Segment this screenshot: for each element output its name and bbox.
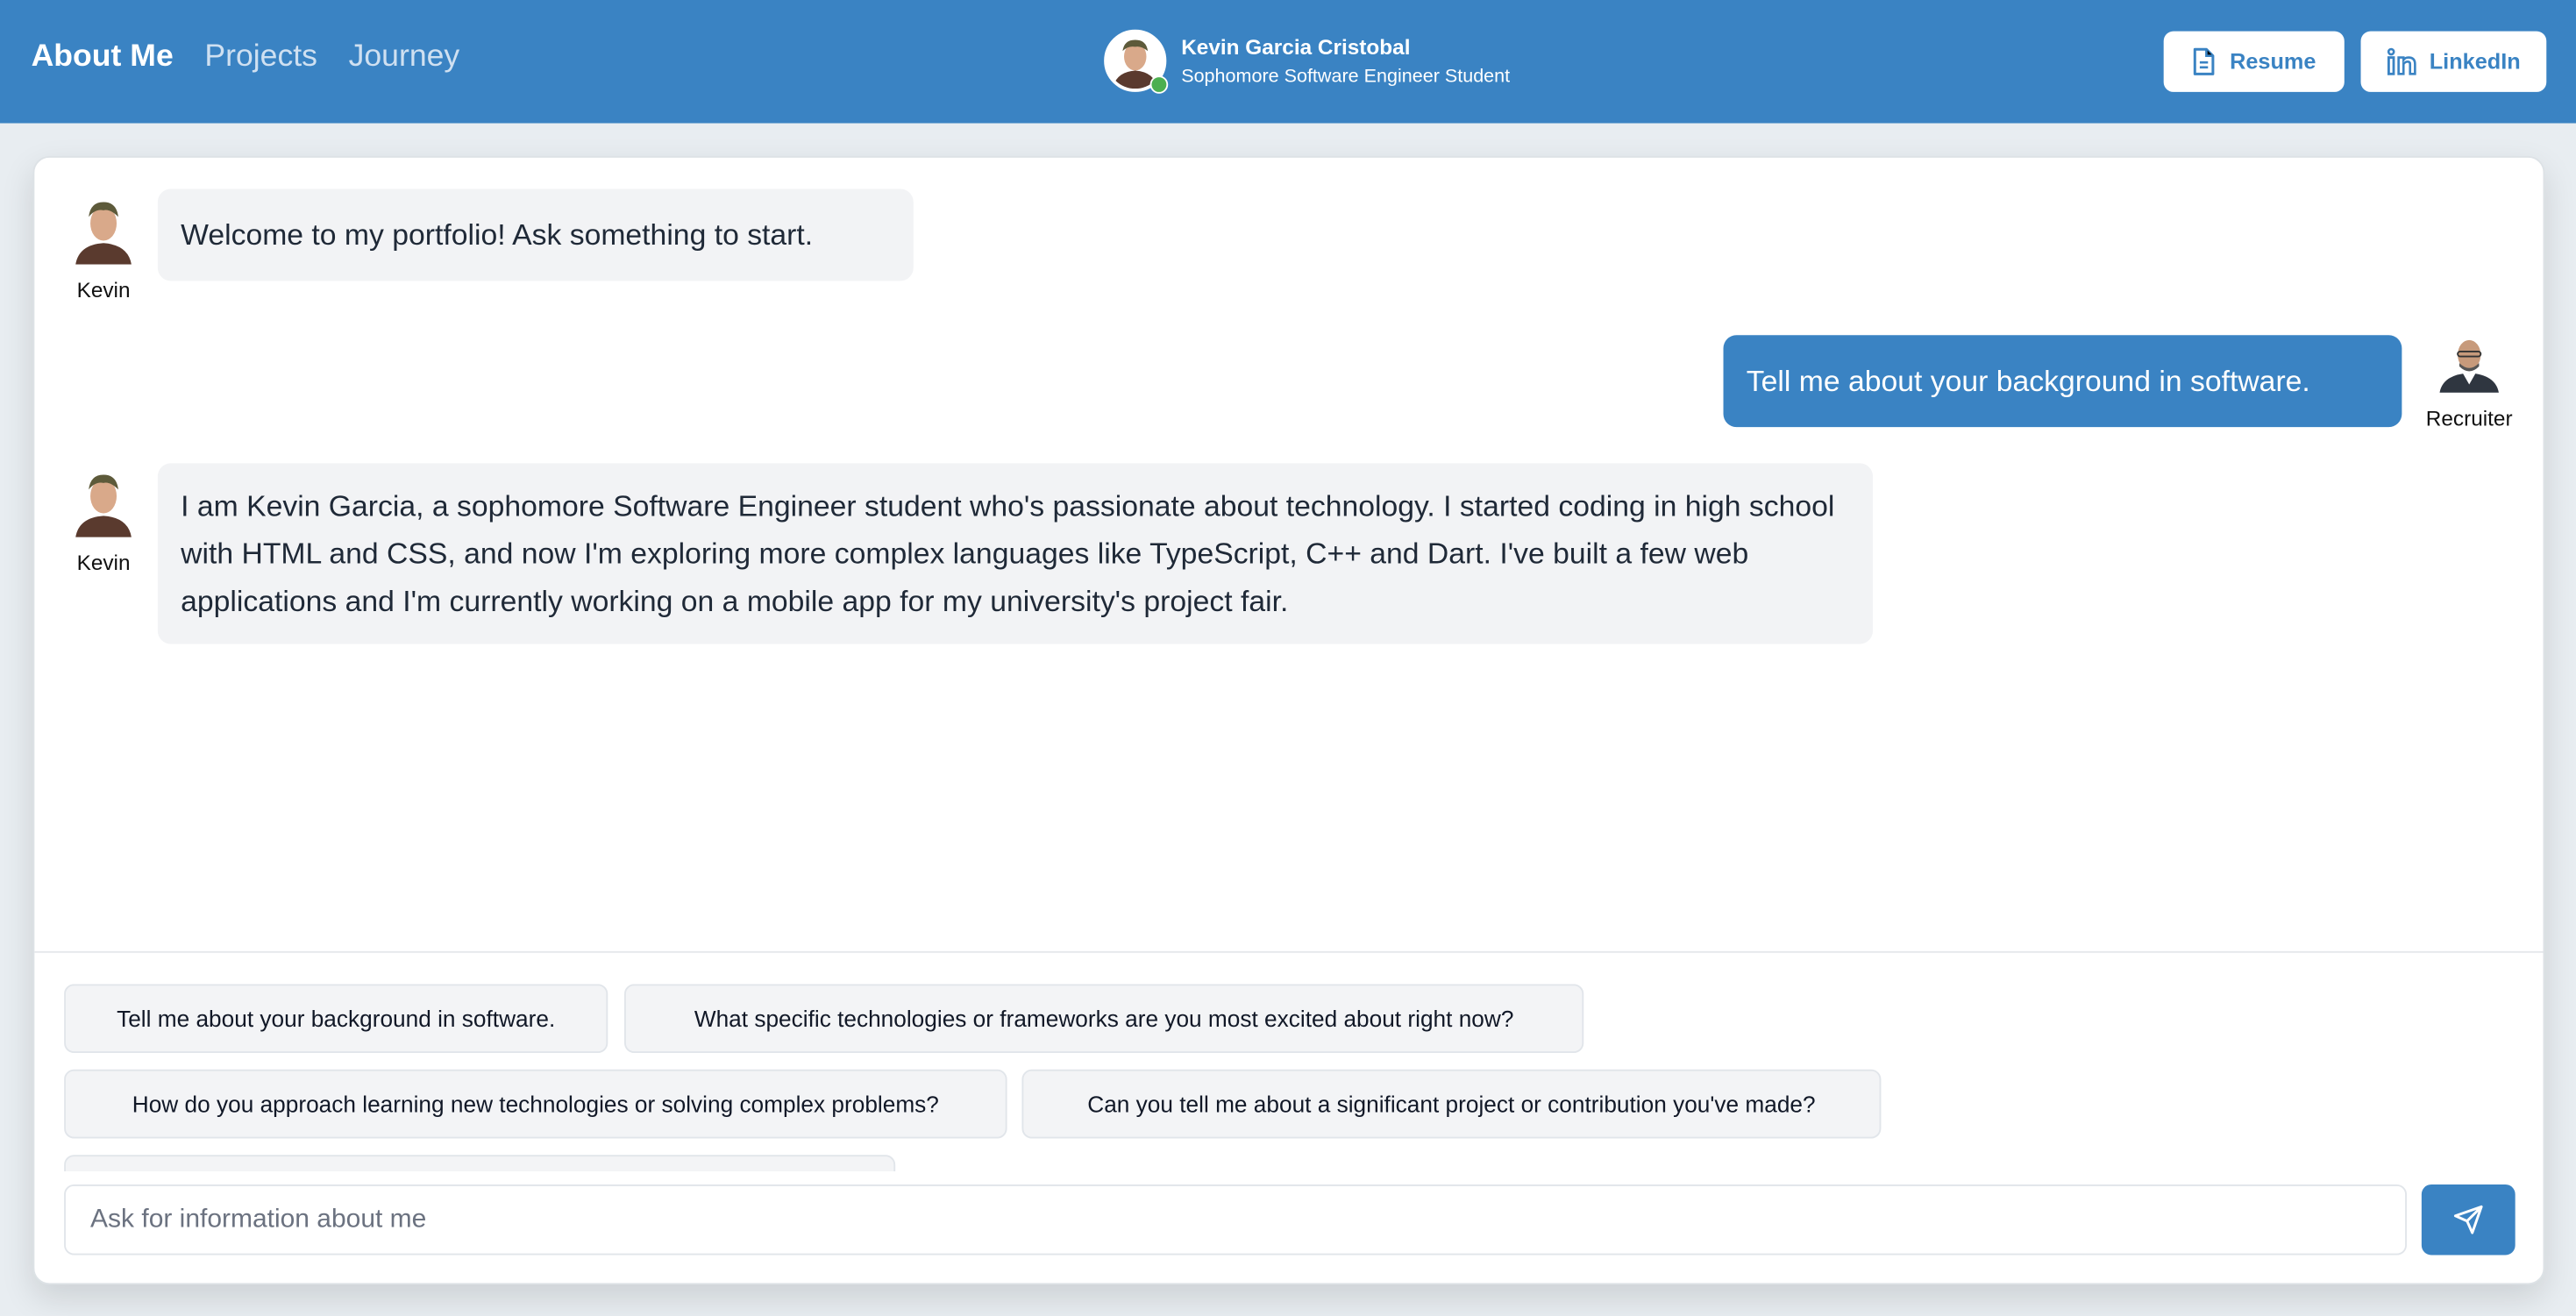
message-bubble-user: Tell me about your background in softwar…: [1723, 335, 2402, 428]
suggestion-chip[interactable]: How do you approach learning new technol…: [64, 1069, 1007, 1139]
send-button[interactable]: [2421, 1184, 2516, 1256]
sender-label: Recruiter: [2425, 405, 2513, 430]
send-icon: [2453, 1205, 2483, 1234]
linkedin-label: LinkedIn: [2429, 49, 2521, 75]
message-avatar-kevin: Kevin: [71, 468, 137, 575]
suggestion-chip[interactable]: Tell me about your background in softwar…: [64, 984, 608, 1054]
profile-subtitle: Sophomore Software Engineer Student: [1181, 67, 1511, 88]
chat-panel: Kevin Welcome to my portfolio! Ask somet…: [32, 156, 2545, 1285]
resume-label: Resume: [2230, 49, 2316, 75]
resume-button[interactable]: Resume: [2163, 31, 2345, 92]
nav-tabs: About Me Projects Journey: [32, 39, 460, 75]
message-bubble: I am Kevin Garcia, a sophomore Software …: [157, 463, 1874, 644]
linkedin-icon: [2387, 47, 2416, 75]
suggestion-chip[interactable]: What specific technologies or frameworks…: [624, 984, 1584, 1054]
suggestion-chip[interactable]: Can you tell me about a significant proj…: [1021, 1069, 1882, 1139]
message-avatar-recruiter: Recruiter: [2410, 335, 2529, 430]
sender-label: Kevin: [76, 550, 131, 575]
profile-name: Kevin Garcia Cristobal: [1181, 34, 1411, 60]
tab-projects[interactable]: Projects: [204, 39, 317, 75]
message-bubble: Welcome to my portfolio! Ask something t…: [157, 189, 914, 281]
kevin-avatar-icon: [75, 202, 132, 265]
sender-label: Kevin: [76, 277, 131, 302]
suggestion-chip-partial[interactable]: [64, 1155, 896, 1171]
recruiter-avatar-icon: [2439, 339, 2499, 393]
top-header: About Me Projects Journey Kevin Garcia C…: [0, 0, 2576, 124]
divider: [34, 950, 2544, 953]
online-status-icon: [1149, 75, 1169, 94]
tab-journey[interactable]: Journey: [349, 39, 460, 75]
suggestions-list[interactable]: Tell me about your background in softwar…: [64, 984, 2512, 1171]
message-avatar-kevin: Kevin: [71, 196, 137, 302]
kevin-avatar-icon: [75, 474, 132, 537]
document-icon: [2194, 47, 2215, 75]
tab-about-me[interactable]: About Me: [32, 39, 174, 75]
linkedin-button[interactable]: LinkedIn: [2360, 31, 2547, 92]
chat-input[interactable]: [64, 1184, 2407, 1256]
